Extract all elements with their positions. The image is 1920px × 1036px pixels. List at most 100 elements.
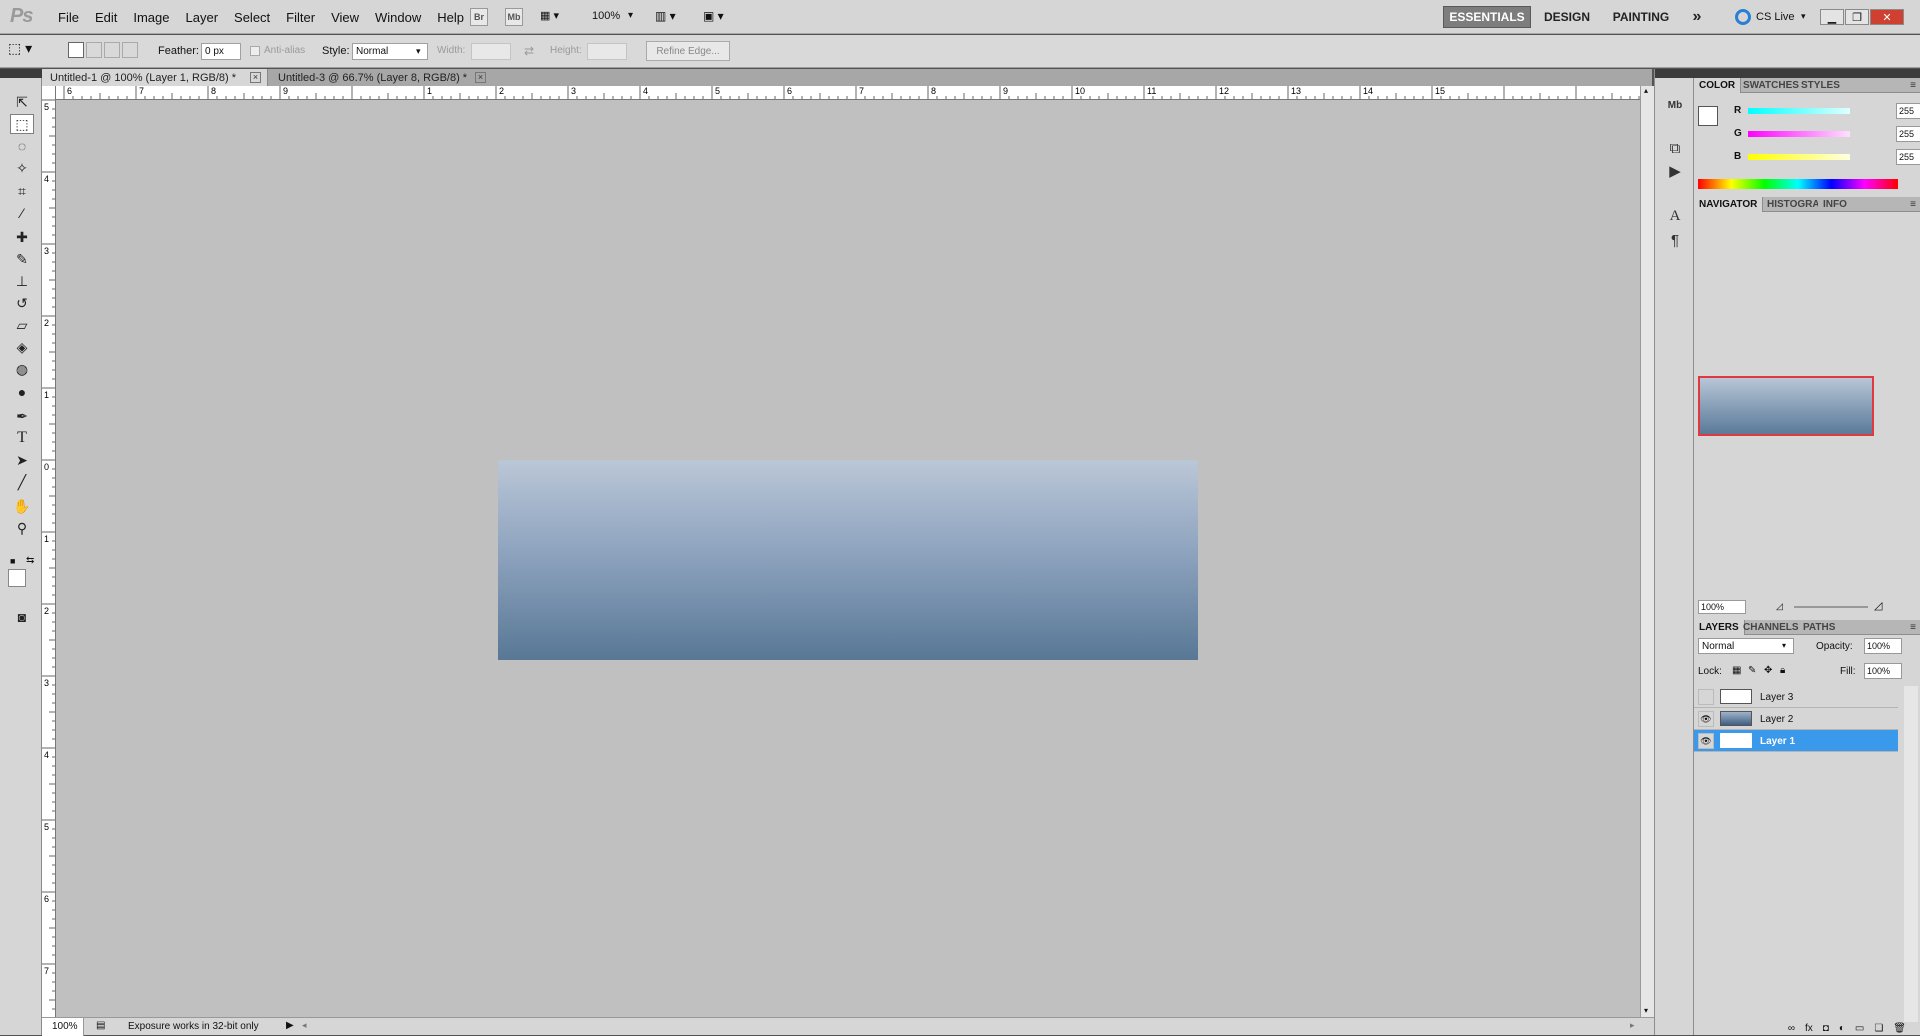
line-tool-icon[interactable]: ╱ [10,472,34,492]
character-panel-icon[interactable]: A [1663,205,1687,227]
status-zoom[interactable]: 100% [42,1018,84,1036]
tab-navigator[interactable]: NAVIGATOR [1694,197,1764,212]
restore-button[interactable]: ❐ [1845,9,1869,25]
minimize-button[interactable]: ▁ [1820,9,1844,25]
mini-bridge-button[interactable]: Mb [505,8,523,26]
panel-menu-icon[interactable]: ≡ [1910,622,1916,633]
crop-tool-icon[interactable]: ⌗ [10,181,34,201]
horizontal-ruler[interactable]: 6 7 8 9 1 2 3 4 5 6 7 8 9 10 11 12 13 14… [56,86,1640,100]
paragraph-panel-icon[interactable]: ¶ [1663,229,1687,251]
layer-mask-icon[interactable]: ◘ [1823,1023,1829,1035]
healing-brush-tool-icon[interactable]: ✚ [10,227,34,247]
new-selection-icon[interactable] [68,42,84,58]
scroll-right-icon[interactable]: ▸ [1630,1020,1635,1031]
lock-position-icon[interactable]: ✥ [1764,665,1772,676]
blue-slider[interactable] [1748,154,1850,160]
history-brush-tool-icon[interactable]: ↺ [10,293,34,313]
zoom-dropdown-icon[interactable]: ▾ [628,10,633,21]
scroll-up-icon[interactable]: ▴ [1644,86,1648,95]
close-tab-icon[interactable]: × [475,72,486,83]
view-extras-icon[interactable]: ▦ ▾ [540,9,572,25]
zoom-level[interactable]: 100% [592,10,620,22]
tab-paths[interactable]: PATHS [1798,620,1840,635]
document-canvas-gradient[interactable] [498,460,1198,660]
tab-histogram[interactable]: HISTOGRAM [1762,197,1818,212]
tab-swatches[interactable]: SWATCHES [1738,78,1804,93]
green-value[interactable]: 255 [1896,126,1920,142]
workspace-design[interactable]: DESIGN [1537,6,1597,28]
zoom-tool-icon[interactable]: ⚲ [10,518,34,538]
swap-colors-icon[interactable]: ⇆ [26,555,34,566]
clone-stamp-tool-icon[interactable]: ⊥ [10,271,34,291]
cs-live-label[interactable]: CS Live [1756,11,1795,23]
navigator-preview[interactable] [1698,376,1874,436]
feather-input[interactable]: 0 px [201,43,241,60]
more-workspaces-button[interactable]: » [1685,6,1709,28]
navigator-zoom[interactable]: 100% [1698,600,1746,614]
intersect-selection-icon[interactable] [122,42,138,58]
scroll-left-icon[interactable]: ◂ [302,1020,307,1031]
layer-row-2[interactable]: 👁 Layer 2 [1694,708,1898,730]
pen-tool-icon[interactable]: ✒ [10,406,34,426]
tab-color[interactable]: COLOR [1694,78,1742,93]
navigator-zoom-slider[interactable] [1794,606,1868,608]
new-group-icon[interactable]: ▭ [1855,1023,1864,1035]
menu-layer[interactable]: Layer [178,10,227,25]
refine-edge-button[interactable]: Refine Edge... [646,41,730,61]
opacity-input[interactable]: 100% [1864,638,1902,654]
style-dropdown-icon[interactable]: ▾ [416,46,421,57]
delete-layer-icon[interactable]: 🗑︎ [1893,1023,1906,1035]
blend-mode-dropdown-icon[interactable]: ▾ [1782,641,1786,650]
rectangular-marquee-tool-icon[interactable]: ⬚ [10,114,34,134]
lasso-tool-icon[interactable]: ◌ [10,136,34,156]
status-menu-arrow-icon[interactable]: ▶ [286,1020,294,1031]
blue-value[interactable]: 255 [1896,149,1920,165]
blend-mode-select[interactable]: Normal [1698,638,1794,654]
quick-selection-tool-icon[interactable]: ✧ [10,158,34,178]
history-panel-icon[interactable]: ⧉ [1663,137,1687,159]
lock-transparent-icon[interactable]: ▦ [1732,665,1741,676]
canvas-area[interactable] [56,100,1640,1017]
red-slider[interactable] [1748,108,1850,114]
path-selection-tool-icon[interactable]: ➤ [10,450,34,470]
mini-bridge-panel-icon[interactable]: Mb [1663,94,1687,116]
quick-mask-icon[interactable]: ◙ [10,607,34,627]
cs-live-dropdown-icon[interactable]: ▾ [1801,11,1806,22]
eraser-tool-icon[interactable]: ▱ [10,315,34,335]
move-tool-icon[interactable]: ⇱ [10,92,34,112]
panel-menu-icon[interactable]: ≡ [1910,199,1916,210]
red-value[interactable]: 255 [1896,103,1920,119]
link-layers-icon[interactable]: ∞ [1788,1023,1795,1035]
layer-row-1[interactable]: 👁 Layer 1 [1694,730,1898,752]
eye-icon[interactable]: 👁 [1698,711,1714,727]
color-spectrum-bar[interactable] [1698,179,1898,189]
layer-row-3[interactable]: Layer 3 [1694,686,1898,708]
swap-dimensions-icon[interactable]: ⇄ [524,44,534,58]
lock-image-icon[interactable]: ✎ [1748,665,1756,676]
panel-menu-icon[interactable]: ≡ [1910,80,1916,91]
eye-icon[interactable]: 👁 [1698,733,1714,749]
tab-untitled-3[interactable]: Untitled-3 @ 66.7% (Layer 8, RGB/8) * × [270,69,492,86]
blur-tool-icon[interactable]: ◍ [10,359,34,379]
green-slider[interactable] [1748,131,1850,137]
subtract-selection-icon[interactable] [104,42,120,58]
default-colors-icon[interactable]: ■ [10,556,15,566]
tab-info[interactable]: INFO [1818,197,1852,212]
anti-alias-checkbox[interactable] [250,46,260,56]
scroll-down-icon[interactable]: ▾ [1644,1006,1648,1015]
new-layer-icon[interactable]: ❏ [1874,1023,1883,1035]
status-info-icon[interactable]: ▤ [96,1020,105,1031]
tab-untitled-1[interactable]: Untitled-1 @ 100% (Layer 1, RGB/8) * × [42,69,268,86]
workspace-painting[interactable]: PAINTING [1604,6,1678,28]
height-input[interactable] [587,43,627,60]
paint-bucket-tool-icon[interactable]: ◈ [10,337,34,357]
foreground-color-swatch[interactable] [8,569,26,587]
menu-file[interactable]: File [50,10,87,25]
vertical-scrollbar[interactable]: ▴ ▾ [1640,86,1654,1017]
lock-all-icon[interactable]: 🔒︎ [1780,665,1785,676]
arrange-documents-icon[interactable]: ▥ ▾ [655,9,676,23]
vertical-ruler[interactable]: 5 4 3 2 1 0 1 2 3 4 5 6 7 [42,86,56,1017]
menu-filter[interactable]: Filter [278,10,323,25]
bridge-button[interactable]: Br [470,8,488,26]
zoom-in-icon[interactable]: ◿ [1874,599,1882,612]
